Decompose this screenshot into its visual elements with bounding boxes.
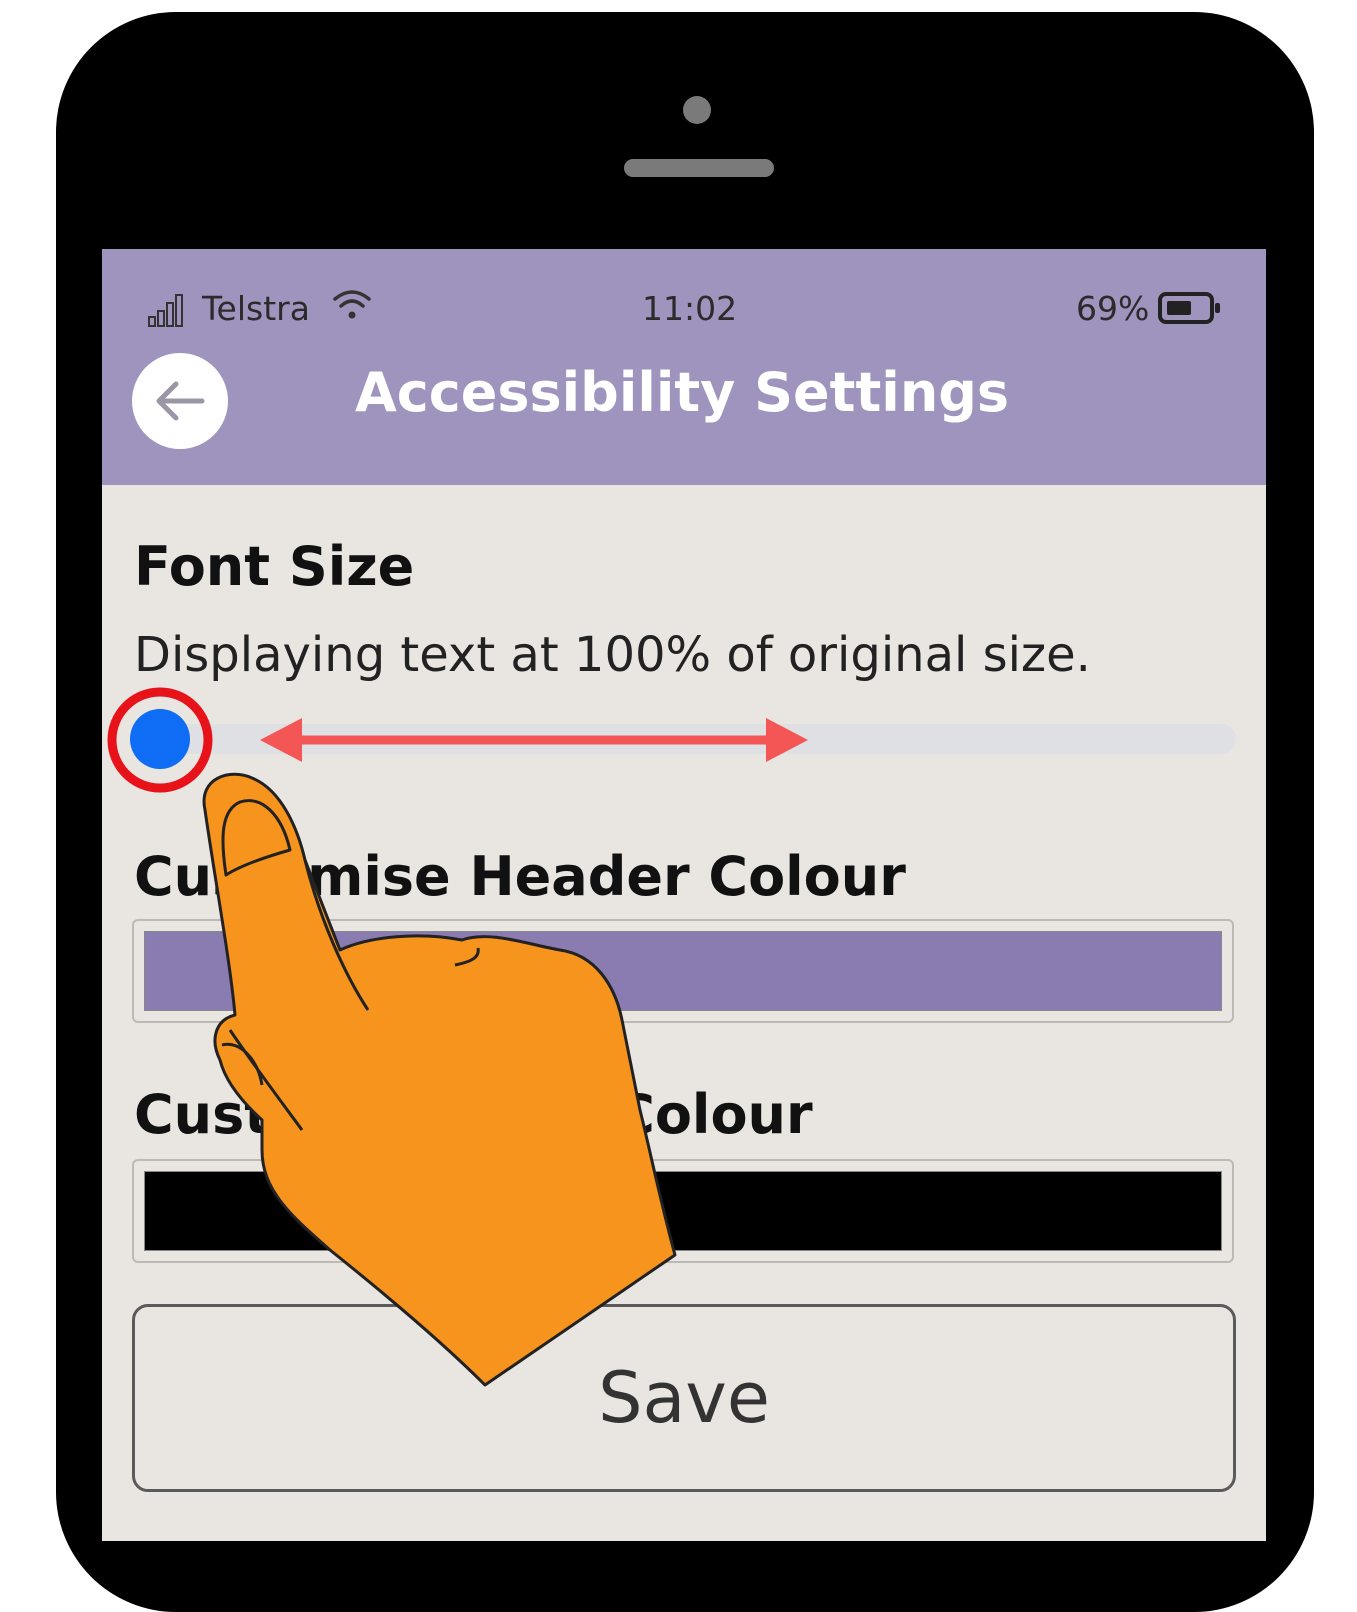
font-size-title: Font Size [134,535,415,598]
text-colour-picker[interactable] [132,1159,1234,1263]
status-time: 11:02 [642,289,738,328]
front-camera [683,96,711,124]
save-button[interactable]: Save [132,1304,1236,1492]
back-button[interactable] [132,353,228,449]
app-header: Telstra 11:02 69% Accessibility Settings [102,249,1266,485]
text-colour-title: Customise Text Colour [134,1083,813,1146]
arrow-left-icon [156,381,205,421]
carrier-name: Telstra [202,289,310,328]
app-screen: Telstra 11:02 69% Accessibility Settings… [102,249,1266,1541]
page-title: Accessibility Settings [354,361,1010,424]
battery-icon [1158,292,1220,324]
signal-icon [148,294,183,327]
wifi-icon [333,290,371,319]
text-colour-swatch [144,1171,1222,1251]
font-size-slider[interactable] [160,724,1236,754]
font-size-slider-thumb[interactable] [130,709,190,769]
header-colour-title: Customise Header Colour [134,845,906,908]
battery-percentage: 69% [1076,289,1150,328]
font-size-description: Displaying text at 100% of original size… [134,627,1091,683]
status-bar: Telstra 11:02 69% [102,249,1266,349]
earpiece-speaker [624,159,774,177]
header-colour-swatch [144,931,1222,1011]
header-colour-picker[interactable] [132,919,1234,1023]
